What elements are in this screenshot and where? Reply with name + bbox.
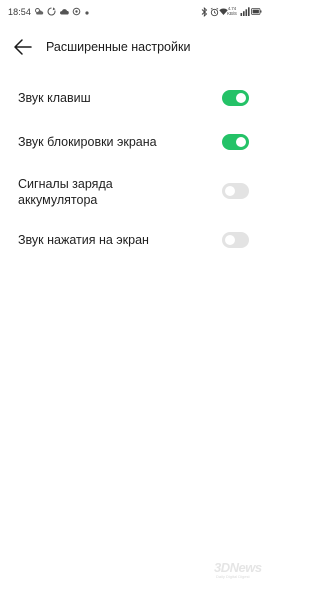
setting-key-sound[interactable]: Звук клавиш	[0, 88, 265, 110]
watermark-logo: 3DNews Daily Digital Digest	[214, 560, 262, 584]
arrow-left-icon	[14, 39, 32, 55]
status-time: 18:54	[8, 7, 32, 17]
toggle-knob	[225, 186, 235, 196]
watermark-brand: 3DNews	[214, 560, 262, 575]
cloud-icon	[60, 9, 69, 15]
setting-label: Звук клавиш	[18, 91, 91, 105]
bluetooth-icon	[201, 7, 208, 17]
vpn-icon	[72, 7, 81, 16]
net-speed: 4.74 KB/S	[225, 6, 239, 16]
page-title: Расширенные настройки	[46, 40, 191, 54]
setting-touch-sound[interactable]: Звук нажатия на экран	[0, 230, 265, 252]
signal-icon	[240, 7, 250, 16]
screen: 18:54 4.74 KB/S Расширенные настройки Зв…	[0, 0, 265, 589]
setting-label: Звук нажатия на экран	[18, 233, 149, 247]
key-sound-toggle[interactable]	[222, 90, 249, 106]
weather-icon	[35, 8, 44, 15]
setting-screen-lock-sound[interactable]: Звук блокировки экрана	[0, 132, 265, 154]
sync-icon	[47, 7, 56, 16]
dot-icon	[85, 11, 89, 15]
toggle-knob	[236, 137, 246, 147]
back-button[interactable]	[12, 37, 34, 57]
status-bar: 18:54 4.74 KB/S	[0, 0, 265, 28]
toggle-knob	[225, 235, 235, 245]
setting-label: Сигналы заряда аккумулятора	[18, 177, 113, 207]
net-speed-unit: KB/S	[227, 11, 237, 16]
battery-icon	[251, 8, 262, 15]
alarm-icon	[210, 7, 219, 17]
setting-label: Звук блокировки экрана	[18, 135, 157, 149]
screen-lock-sound-toggle[interactable]	[222, 134, 249, 150]
touch-sound-toggle[interactable]	[222, 232, 249, 248]
setting-charging-sounds[interactable]: Сигналы заряда аккумулятора	[0, 174, 265, 210]
toggle-knob	[236, 93, 246, 103]
watermark-tagline: Daily Digital Digest	[216, 574, 250, 579]
charging-sounds-toggle[interactable]	[222, 183, 249, 199]
header: Расширенные настройки	[0, 30, 265, 64]
